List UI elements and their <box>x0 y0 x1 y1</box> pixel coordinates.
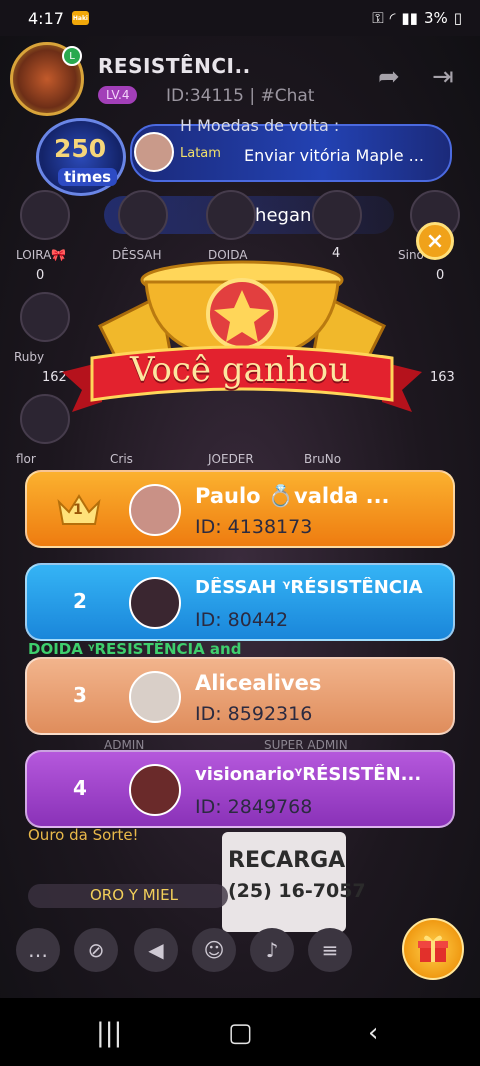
you-won-title: Você ganhou <box>129 350 351 390</box>
ranking-row-4[interactable]: 4 visionarioᵞRÉSISTÊN... ID: 2849768 <box>25 750 455 828</box>
ranking-row-2[interactable]: 2 DÊSSAH ᵞRÉSISTÊNCIA ID: 80442 <box>25 563 455 641</box>
recarga-title: RECARGA <box>228 848 346 873</box>
speaker-icon[interactable]: ◀ <box>134 928 178 972</box>
ranking-avatar <box>129 484 181 536</box>
room-level-badge: LV.4 <box>98 86 138 104</box>
status-time: 4:17 <box>28 8 64 28</box>
send-victory-text: Enviar vitória Maple ... <box>244 146 424 165</box>
coins-back-text: H Moedas de volta : <box>180 116 340 135</box>
ranking-avatar <box>129 577 181 629</box>
seat-count: 0 <box>36 268 45 283</box>
room-id: ID:34115 | #Chat <box>166 86 314 106</box>
seat-name: flor <box>16 452 36 466</box>
seat-avatar[interactable] <box>20 190 70 240</box>
gift-icon <box>418 935 448 962</box>
gift-button[interactable] <box>402 918 464 980</box>
battery-icon: ▯ <box>453 9 462 27</box>
recarga-phone: (25) 16-7057 <box>228 880 366 902</box>
ranking-id: ID: 80442 <box>195 609 289 631</box>
status-bar: 4:17 Haki ⚿ ◜ ▮▮ 3% ▯ <box>0 0 480 36</box>
room-chat-tag: | #Chat <box>249 86 315 106</box>
seat-avatar[interactable] <box>118 190 168 240</box>
super-admin-label: SUPER ADMIN <box>264 738 348 752</box>
ranking-id: ID: 8592316 <box>195 703 313 725</box>
chat-icon[interactable]: … <box>16 928 60 972</box>
chat-message: Ouro da Sorte! <box>28 826 139 844</box>
menu-icon[interactable]: ≡ <box>308 928 352 972</box>
mic-off-icon[interactable]: ⊘ <box>74 928 118 972</box>
close-popup-button[interactable]: × <box>416 222 454 260</box>
recent-apps-icon[interactable]: ||| <box>96 1018 122 1048</box>
ranking-id: ID: 4138173 <box>195 516 313 538</box>
ranking-row-3[interactable]: 3 Alicealives ID: 8592316 <box>25 657 455 735</box>
signal-icon: ▮▮ <box>401 9 418 27</box>
share-icon[interactable]: ➦ <box>378 62 410 92</box>
times-count: 250 <box>54 134 107 163</box>
seat-count: 163 <box>430 370 455 385</box>
times-label: times <box>58 168 118 186</box>
room-id-text: ID:34115 <box>166 86 244 106</box>
seat-name: Ruby <box>14 350 45 364</box>
seat-name: LOIRA🎀 <box>16 248 67 262</box>
room-name: RESISTÊNCI.. <box>98 54 251 78</box>
rank-position: 1 <box>73 502 83 518</box>
ranking-avatar <box>129 671 181 723</box>
level-badge-icon: L <box>62 46 82 66</box>
rank-position: 3 <box>73 683 87 707</box>
emoji-icon[interactable]: ☺ <box>192 928 236 972</box>
admin-label: ADMIN <box>104 738 145 752</box>
exit-icon[interactable]: ⇥ <box>432 62 464 92</box>
ranking-avatar <box>129 764 181 816</box>
ranking-name: Paulo 💍valda ... <box>195 484 390 508</box>
ranking-id: ID: 2849768 <box>195 796 313 818</box>
chat-message: DOIDA ᵞRESISTÊNCIA and <box>28 640 242 658</box>
rank-position: 2 <box>73 589 87 613</box>
seat-count: 0 <box>436 268 445 283</box>
ranking-name: Alicealives <box>195 671 322 695</box>
rank-position: 4 <box>73 776 87 800</box>
latam-tag: Latam <box>180 146 221 161</box>
chat-message: ORO Y MIEL <box>90 886 178 904</box>
bell-icon[interactable]: ♪ <box>250 928 294 972</box>
ranking-name: visionarioᵞRÉSISTÊN... <box>195 764 422 785</box>
seat-avatar[interactable] <box>312 190 362 240</box>
banner-avatar <box>134 132 174 172</box>
haki-app-icon: Haki <box>71 11 89 25</box>
key-icon: ⚿ <box>372 9 384 27</box>
wifi-icon: ◜ <box>389 9 396 27</box>
ranking-name: DÊSSAH ᵞRÉSISTÊNCIA <box>195 577 423 598</box>
home-icon[interactable]: ▢ <box>228 1018 253 1048</box>
back-icon[interactable]: ‹ <box>368 1018 378 1048</box>
seat-avatar[interactable] <box>206 190 256 240</box>
battery-text: 3% <box>423 9 448 27</box>
ranking-row-1[interactable]: 1 Paulo 💍valda ... ID: 4138173 <box>25 470 455 548</box>
